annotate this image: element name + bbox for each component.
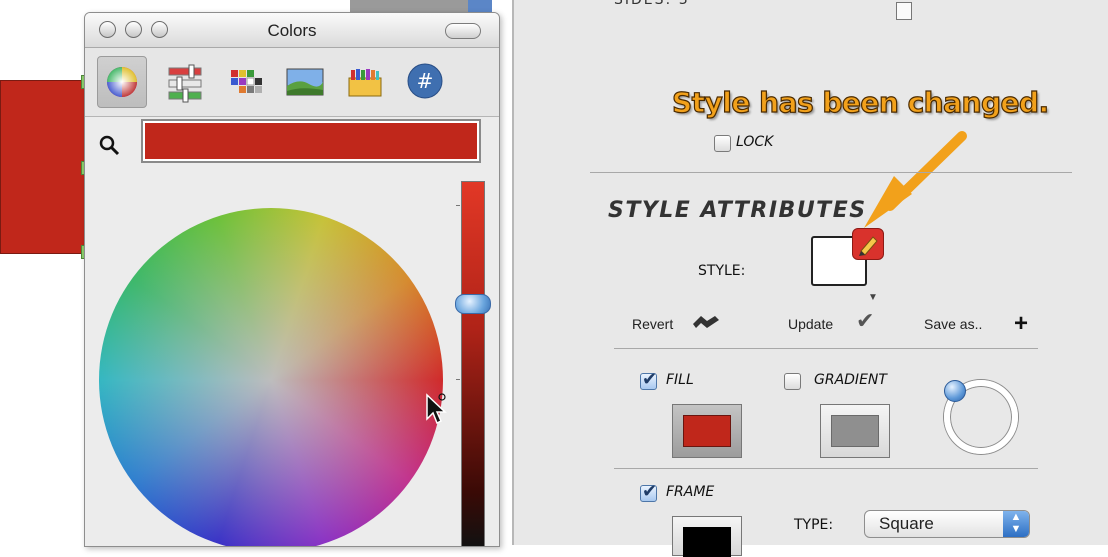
color-sliders-tab[interactable] bbox=[161, 56, 209, 106]
fill-color-well[interactable] bbox=[672, 404, 742, 458]
color-palettes-tab[interactable] bbox=[221, 56, 269, 106]
style-attributes-heading: STYLE ATTRIBUTES bbox=[608, 198, 867, 223]
fill-color-swatch bbox=[683, 415, 731, 447]
section-divider bbox=[590, 172, 1072, 173]
plus-icon[interactable]: + bbox=[1014, 310, 1028, 338]
brightness-slider-knob[interactable] bbox=[455, 294, 491, 314]
gradient-color-well[interactable] bbox=[820, 404, 890, 458]
toolbar-toggle-button[interactable] bbox=[445, 23, 481, 39]
revert-label[interactable]: Revert bbox=[632, 316, 673, 332]
style-label: STYLE: bbox=[698, 263, 746, 279]
select-arrows-icon: ▲ ▼ bbox=[1003, 511, 1029, 537]
slider-tick bbox=[456, 205, 460, 206]
fill-checkbox[interactable] bbox=[640, 369, 657, 390]
slider-tick bbox=[456, 379, 460, 380]
type-select[interactable]: Square ▲ ▼ bbox=[864, 510, 1030, 538]
style-changed-annotation: Style has been changed. bbox=[671, 85, 1049, 119]
pencil-icon bbox=[859, 236, 878, 256]
crayons-icon bbox=[348, 69, 382, 97]
current-color-swatch[interactable] bbox=[141, 119, 481, 163]
color-wheel[interactable] bbox=[99, 208, 443, 546]
background-window-edge bbox=[350, 0, 470, 12]
type-select-value: Square bbox=[879, 514, 934, 533]
brightness-slider[interactable] bbox=[461, 181, 485, 546]
type-label: TYPE: bbox=[794, 517, 834, 533]
save-as-label[interactable]: Save as.. bbox=[924, 316, 982, 332]
gradient-label: GRADIENT bbox=[814, 372, 887, 388]
selected-canvas-shape[interactable] bbox=[0, 75, 89, 259]
crayons-tab[interactable] bbox=[341, 56, 389, 106]
color-wheel-icon bbox=[107, 67, 137, 97]
inspector-panel: SIDES: 3 Style has been changed. LOCK ST… bbox=[512, 0, 1108, 557]
checkmark-icon[interactable]: ✔ bbox=[856, 308, 874, 334]
image-palettes-icon bbox=[286, 68, 324, 96]
frame-color-swatch bbox=[683, 527, 731, 557]
image-palettes-tab[interactable] bbox=[281, 56, 329, 106]
lock-label: LOCK bbox=[736, 134, 774, 150]
frame-label: FRAME bbox=[666, 484, 715, 500]
hex-picker-icon: # bbox=[407, 63, 443, 99]
annotation-arrow-icon bbox=[864, 131, 967, 228]
fill-label: FILL bbox=[666, 372, 694, 388]
colors-window-title: Colors bbox=[267, 21, 317, 40]
lock-checkbox[interactable] bbox=[714, 135, 731, 152]
colors-mode-toolbar: # bbox=[85, 48, 499, 117]
edited-badge bbox=[852, 228, 884, 260]
frame-color-well[interactable] bbox=[672, 516, 742, 557]
revert-icon[interactable] bbox=[689, 312, 721, 332]
mouse-cursor-icon bbox=[425, 393, 447, 432]
gradient-angle-knob[interactable] bbox=[944, 380, 966, 402]
section-divider bbox=[614, 468, 1038, 469]
clipped-top-label: SIDES: 3 bbox=[614, 0, 690, 8]
gradient-checkbox[interactable] bbox=[784, 373, 801, 390]
colors-window: Colors # bbox=[84, 12, 500, 547]
svg-text:#: # bbox=[417, 69, 434, 93]
update-label[interactable]: Update bbox=[788, 316, 833, 332]
style-menu-arrow-icon[interactable]: ▼ bbox=[868, 292, 878, 303]
color-palettes-icon bbox=[231, 70, 262, 93]
color-sliders-icon bbox=[168, 64, 202, 103]
frame-checkbox[interactable] bbox=[640, 481, 657, 502]
hex-picker-tab[interactable]: # bbox=[401, 56, 449, 106]
search-icon[interactable] bbox=[99, 135, 121, 162]
gradient-color-swatch bbox=[831, 415, 879, 447]
section-divider bbox=[614, 348, 1038, 349]
color-wheel-tab[interactable] bbox=[97, 56, 147, 108]
colors-titlebar[interactable]: Colors bbox=[85, 13, 499, 48]
sides-stepper[interactable] bbox=[896, 2, 912, 20]
